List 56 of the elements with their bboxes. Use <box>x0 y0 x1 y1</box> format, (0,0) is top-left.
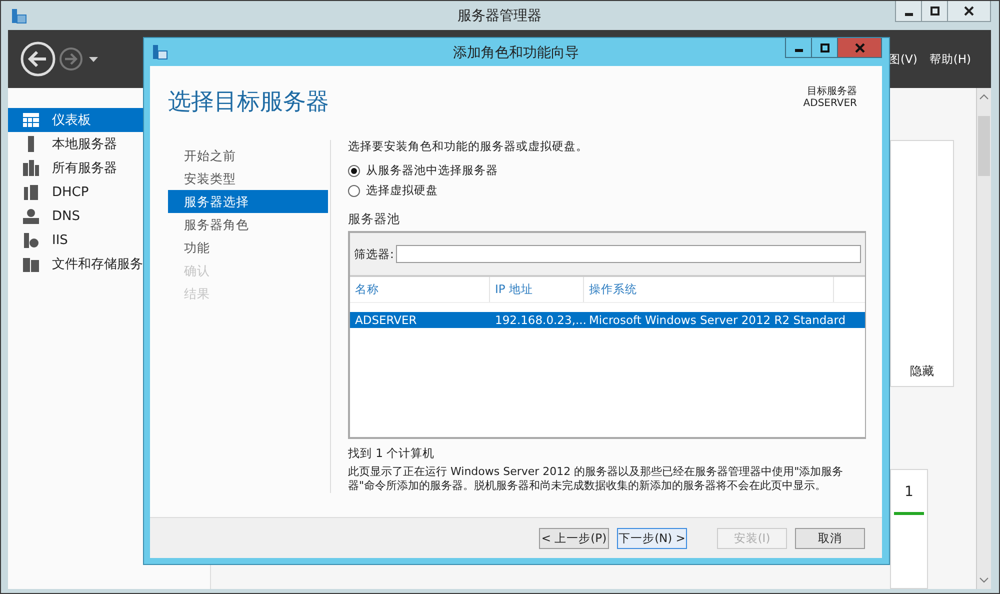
column-header[interactable]: IP 地址 <box>490 277 584 302</box>
table-cell-text: Microsoft Windows Server 2012 R2 Standard <box>588 313 846 327</box>
wizard-step[interactable]: 功能 <box>168 236 328 259</box>
tile-count: 1 <box>904 484 914 500</box>
instruction-text: 选择要安装角色和功能的服务器或虚拟硬盘。 <box>348 139 588 154</box>
window-title: 服务器管理器 <box>458 6 542 24</box>
radio-button[interactable] <box>348 184 360 196</box>
wizard-icon <box>152 44 168 60</box>
column-header[interactable]: 名称 <box>350 277 490 302</box>
close-icon <box>854 42 864 52</box>
dialog-title: 添加角色和功能向导 <box>453 44 579 62</box>
scroll-up-icon[interactable] <box>979 94 989 100</box>
wizard-button[interactable]: 取消 <box>795 528 865 548</box>
scrollbar-thumb[interactable] <box>978 116 990 176</box>
maximize-button[interactable] <box>922 1 948 21</box>
close-button[interactable] <box>948 1 990 21</box>
forward-icon[interactable] <box>59 47 83 71</box>
wizard-step[interactable]: 安装类型 <box>168 167 328 190</box>
dropdown-caret-icon[interactable] <box>89 56 98 62</box>
maximize-icon <box>820 42 830 52</box>
wizard-button[interactable]: < 上一步(P) <box>539 528 609 548</box>
info-text: 此页显示了正在运行 Windows Server 2012 的服务器以及那些已经在服务器管理器中使用"添加服务器"命令所添加的服务器。脱机服务器和尚未完成数据收集的新添加的服务器将不会在此页中显示。 <box>348 465 844 493</box>
section-title: 服务器池 <box>348 211 400 228</box>
target-server-name: ADSERVER <box>803 98 857 110</box>
table-cell-text: ADSERVER <box>354 313 418 327</box>
server-manager-icon <box>11 8 27 24</box>
radio-label[interactable]: 从服务器池中选择服务器 <box>366 163 498 178</box>
scroll-down-icon[interactable] <box>979 577 989 583</box>
target-server-label: 目标服务器 <box>807 86 857 98</box>
tile-label: 隐藏 <box>910 363 934 380</box>
sidebar-icon <box>23 112 39 128</box>
wizard-button[interactable]: 下一步(N) > <box>617 528 687 548</box>
wizard-step[interactable]: 服务器选择 <box>168 190 328 213</box>
sidebar-icon <box>23 160 39 176</box>
filter-label: 筛选器: <box>354 246 394 262</box>
table-row[interactable]: ADSERVER 192.168.0.23,... Microsoft Windows Server 2012 R2 Standard <box>350 312 865 328</box>
radio-button[interactable] <box>348 164 360 176</box>
sidebar-icon <box>23 232 39 248</box>
column-header[interactable]: 操作系统 <box>584 277 834 302</box>
wizard-step[interactable]: 服务器角色 <box>168 213 328 236</box>
back-icon[interactable] <box>20 41 56 77</box>
sidebar-icon <box>23 184 39 200</box>
sidebar-icon <box>23 256 39 272</box>
close-icon <box>964 6 974 16</box>
maximize-icon <box>930 6 940 16</box>
table-cell-text: 192.168.0.23,... <box>494 313 584 327</box>
minimize-button[interactable] <box>896 1 922 21</box>
radio-label[interactable]: 选择虚拟硬盘 <box>366 183 438 198</box>
minimize-icon <box>794 49 802 52</box>
menu-item[interactable]: 帮助(H) <box>929 52 971 66</box>
minimize-icon <box>904 12 912 16</box>
scrollbar[interactable] <box>976 88 991 589</box>
result-count: 找到 1 个计算机 <box>348 446 435 461</box>
sidebar-icon <box>23 208 39 224</box>
filter-field[interactable] <box>396 245 861 263</box>
wizard-step[interactable]: 开始之前 <box>168 144 328 167</box>
